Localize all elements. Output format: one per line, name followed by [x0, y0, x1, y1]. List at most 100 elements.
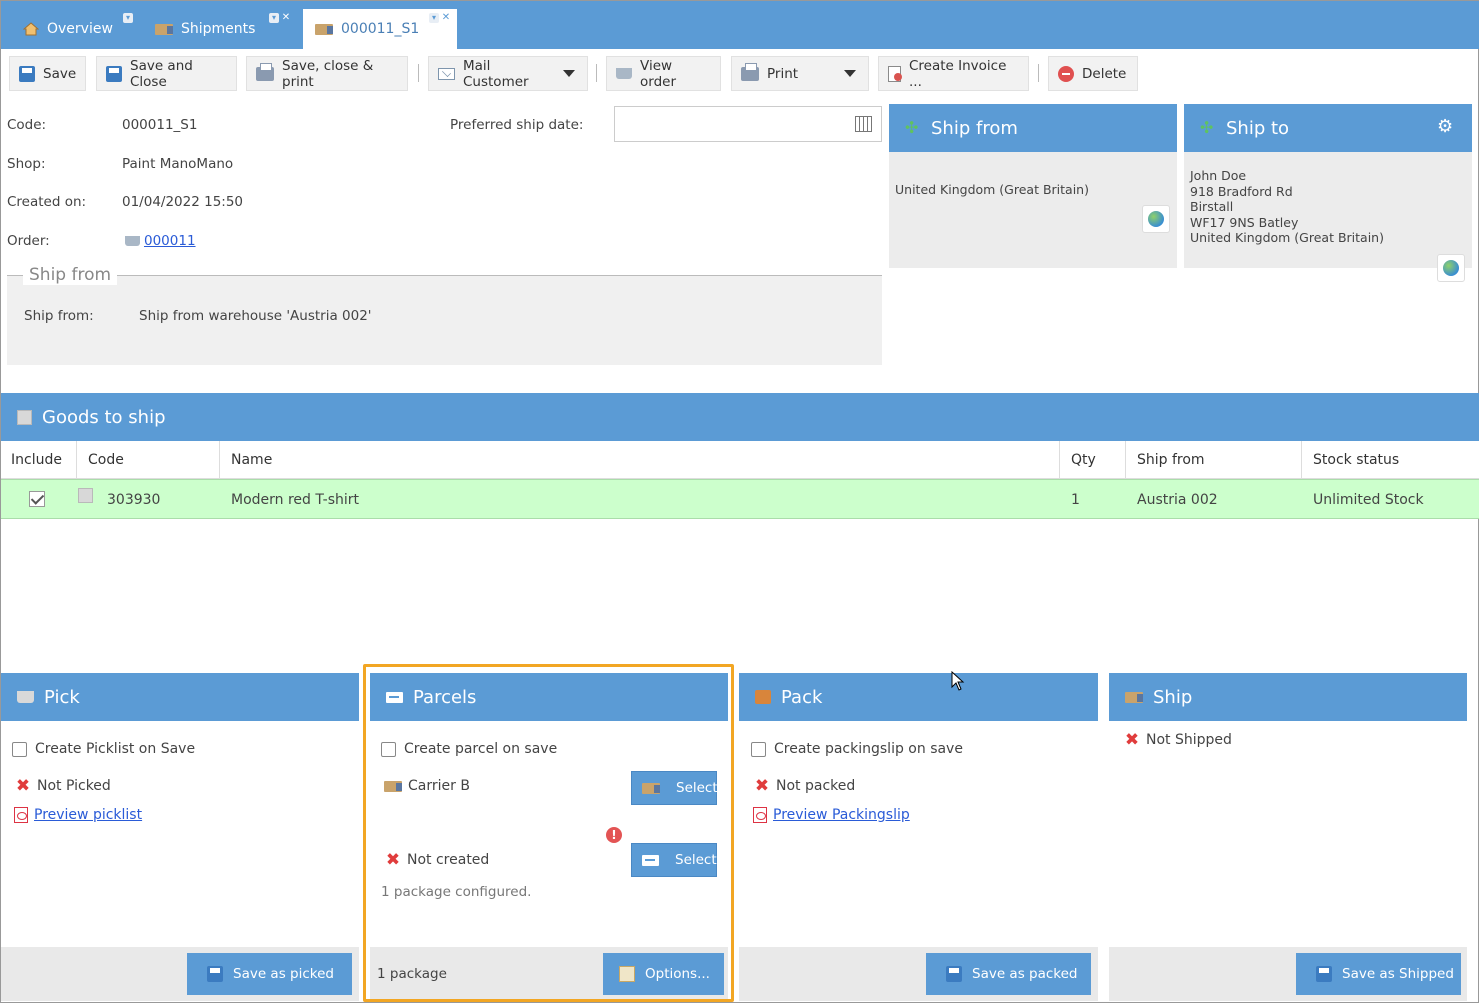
- column-header-qty[interactable]: Qty: [1059, 441, 1125, 479]
- ship-to-panel: ✣ Ship to ⚙ John Doe 918 Bradford Rd Bir…: [1184, 104, 1472, 282]
- basket-icon: [125, 236, 140, 246]
- basket-icon: [616, 68, 632, 79]
- error-x-icon: ✖: [1124, 730, 1140, 750]
- print-label: Print: [767, 65, 799, 82]
- box-icon: [78, 488, 93, 503]
- pdf-icon: [753, 807, 767, 823]
- chevron-down-icon[interactable]: [563, 70, 575, 77]
- printer-icon: [741, 62, 759, 81]
- view-order-label: View order: [640, 57, 676, 90]
- column-header-ship-from[interactable]: Ship from: [1125, 441, 1302, 479]
- save-icon: [946, 966, 962, 982]
- created-on-value: 01/04/2022 15:50: [122, 194, 244, 210]
- save-as-picked-button[interactable]: Save as picked: [187, 953, 352, 995]
- print-button[interactable]: Print: [731, 56, 869, 91]
- ship-to-line: WF17 9NS Batley: [1190, 214, 1299, 230]
- toolbar-separator: [418, 64, 419, 82]
- create-picklist-checkbox[interactable]: [12, 741, 27, 757]
- box-icon: [17, 409, 32, 425]
- globe-icon[interactable]: [1437, 253, 1465, 282]
- checkbox-checked-icon: [29, 491, 45, 507]
- row-stock-status: Unlimited Stock: [1313, 492, 1424, 508]
- create-invoice-button[interactable]: Create Invoice ...: [878, 56, 1029, 91]
- view-order-button[interactable]: View order: [606, 56, 721, 91]
- ship-to-address: John Doe 918 Bradford Rd Birstall WF17 9…: [1184, 152, 1472, 282]
- save-as-packed-button[interactable]: Save as packed: [926, 953, 1091, 995]
- truck-icon: [155, 23, 173, 35]
- save-as-packed-label: Save as packed: [972, 966, 1078, 982]
- pack-status-text: Not packed: [776, 778, 856, 794]
- ship-from-panel: ✣ Ship from United Kingdom (Great Britai…: [889, 104, 1293, 268]
- create-picklist-option[interactable]: Create Picklist on Save: [12, 741, 195, 757]
- close-icon[interactable]: ✕: [281, 13, 291, 23]
- printer-icon: [256, 62, 274, 81]
- ship-panel-footer: Save as Shipped: [1109, 947, 1467, 1001]
- ship-panel: Ship ✖ Not Shipped Save as Shipped: [1109, 673, 1467, 1001]
- save-button[interactable]: Save: [9, 56, 86, 91]
- create-packingslip-label: Create packingslip on save: [774, 741, 963, 757]
- preferred-ship-date-label: Preferred ship date:: [450, 117, 584, 133]
- move-arrows-icon: ✣: [1200, 118, 1214, 137]
- globe-icon[interactable]: [1142, 205, 1170, 233]
- save-and-close-button[interactable]: Save and Close: [96, 56, 237, 91]
- save-close-print-button[interactable]: Save, close & print: [246, 56, 408, 91]
- create-invoice-label: Create Invoice ...: [909, 57, 1007, 90]
- code-value: 000011_S1: [122, 117, 198, 133]
- chevron-down-icon[interactable]: [844, 70, 856, 77]
- cart-icon: [17, 691, 34, 703]
- column-header-include[interactable]: Include: [1, 441, 76, 479]
- save-icon: [1316, 966, 1332, 982]
- column-header-name[interactable]: Name: [219, 441, 1060, 479]
- close-icon[interactable]: ✕: [441, 13, 451, 23]
- save-as-shipped-button[interactable]: Save as Shipped: [1296, 953, 1461, 995]
- truck-icon: [1125, 691, 1143, 703]
- preview-picklist[interactable]: Preview picklist: [14, 807, 142, 823]
- goods-to-ship-header: Goods to ship: [1, 393, 1479, 441]
- bag-icon: [755, 690, 771, 704]
- row-name: Modern red T-shirt: [231, 492, 359, 508]
- column-header-code[interactable]: Code: [76, 441, 220, 479]
- preview-packingslip[interactable]: Preview Packingslip: [753, 807, 910, 823]
- save-and-close-label: Save and Close: [130, 57, 193, 90]
- order-label: Order:: [7, 233, 50, 249]
- preview-picklist-link[interactable]: Preview picklist: [34, 807, 142, 823]
- tab-overview[interactable]: Overview ▾: [1, 9, 141, 49]
- tab-menu-icon[interactable]: ▾: [123, 13, 133, 23]
- gear-icon[interactable]: ⚙: [1437, 116, 1453, 137]
- delete-icon: [1058, 65, 1074, 82]
- goods-to-ship-title: Goods to ship: [42, 406, 166, 428]
- column-header-stock-status[interactable]: Stock status: [1301, 441, 1479, 479]
- tab-shipments[interactable]: Shipments ▾ ✕: [141, 9, 301, 49]
- preview-packingslip-link[interactable]: Preview Packingslip: [773, 807, 910, 823]
- create-packingslip-checkbox[interactable]: [751, 741, 766, 757]
- pack-panel-header: Pack: [739, 673, 1098, 721]
- truck-icon: [315, 23, 333, 35]
- preferred-ship-date-input[interactable]: [614, 106, 882, 142]
- pick-status: ✖ Not Picked: [15, 778, 111, 795]
- pdf-icon: [14, 807, 28, 823]
- pack-panel-footer: Save as packed: [739, 947, 1098, 1001]
- goods-grid-header: Include Code Name Qty Ship from Stock st…: [1, 441, 1479, 479]
- pick-panel: Pick Create Picklist on Save ✖ Not Picke…: [1, 673, 359, 1001]
- mail-customer-label: Mail Customer: [463, 57, 529, 90]
- shop-value: Paint ManoMano: [122, 156, 234, 172]
- table-row[interactable]: 303930 Modern red T-shirt 1 Austria 002 …: [1, 479, 1479, 519]
- save-icon: [19, 65, 35, 82]
- include-checkbox[interactable]: [29, 491, 45, 507]
- calendar-icon[interactable]: [855, 116, 872, 132]
- tab-menu-icon[interactable]: ▾: [269, 13, 279, 23]
- tab-menu-icon[interactable]: ▾: [429, 13, 439, 23]
- row-qty: 1: [1071, 492, 1080, 508]
- create-packingslip-option[interactable]: Create packingslip on save: [751, 741, 963, 757]
- ship-from-label: Ship from:: [24, 308, 94, 324]
- tab-label: Shipments: [181, 21, 256, 37]
- save-label: Save: [43, 65, 77, 82]
- tab-shipment-detail[interactable]: 000011_S1 ▾ ✕: [303, 9, 457, 49]
- save-close-print-label: Save, close & print: [282, 57, 374, 90]
- save-as-picked-label: Save as picked: [233, 966, 334, 982]
- delete-button[interactable]: Delete: [1048, 56, 1138, 91]
- mail-customer-button[interactable]: Mail Customer: [428, 56, 588, 91]
- order-link[interactable]: 000011: [144, 233, 196, 249]
- row-ship-from: Austria 002: [1137, 492, 1218, 508]
- move-arrows-icon: ✣: [905, 118, 919, 137]
